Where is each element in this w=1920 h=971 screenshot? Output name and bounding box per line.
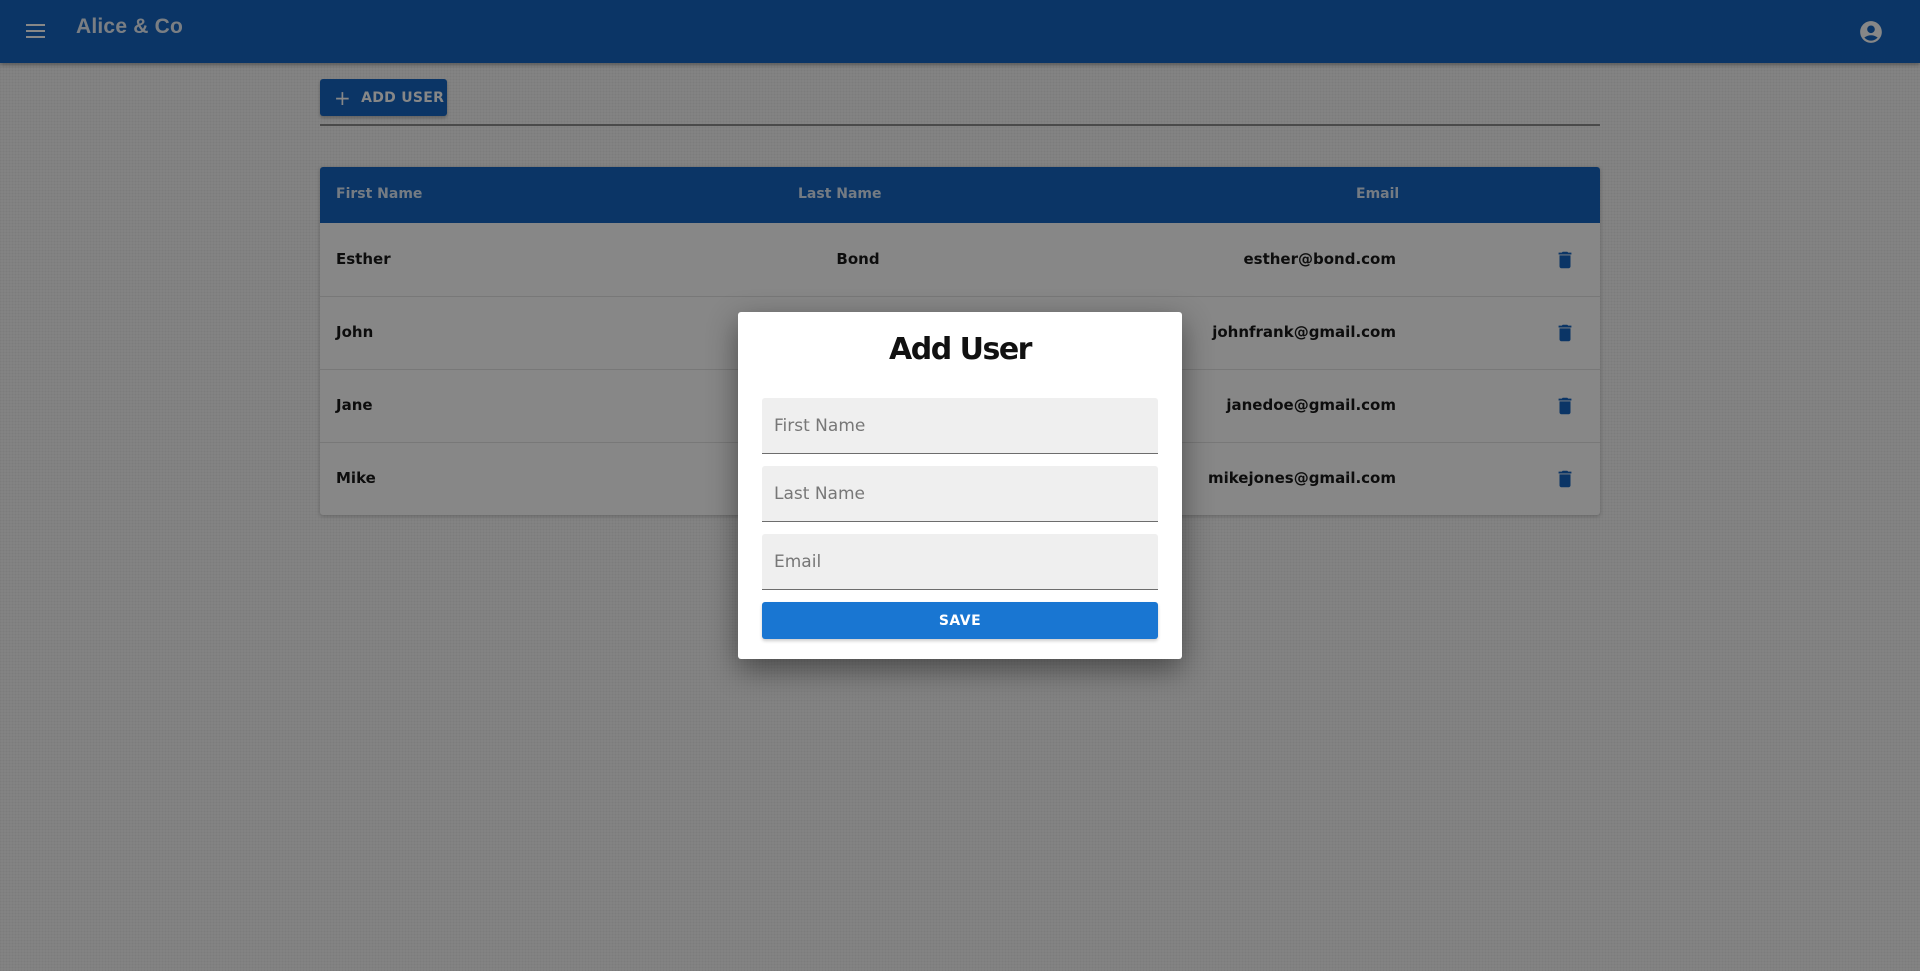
add-user-dialog: Add User SAVE bbox=[738, 312, 1182, 659]
email-field[interactable] bbox=[762, 534, 1158, 590]
dialog-title: Add User bbox=[889, 332, 1032, 367]
save-button[interactable]: SAVE bbox=[762, 602, 1158, 639]
first-name-field[interactable] bbox=[762, 398, 1158, 454]
last-name-field[interactable] bbox=[762, 466, 1158, 522]
